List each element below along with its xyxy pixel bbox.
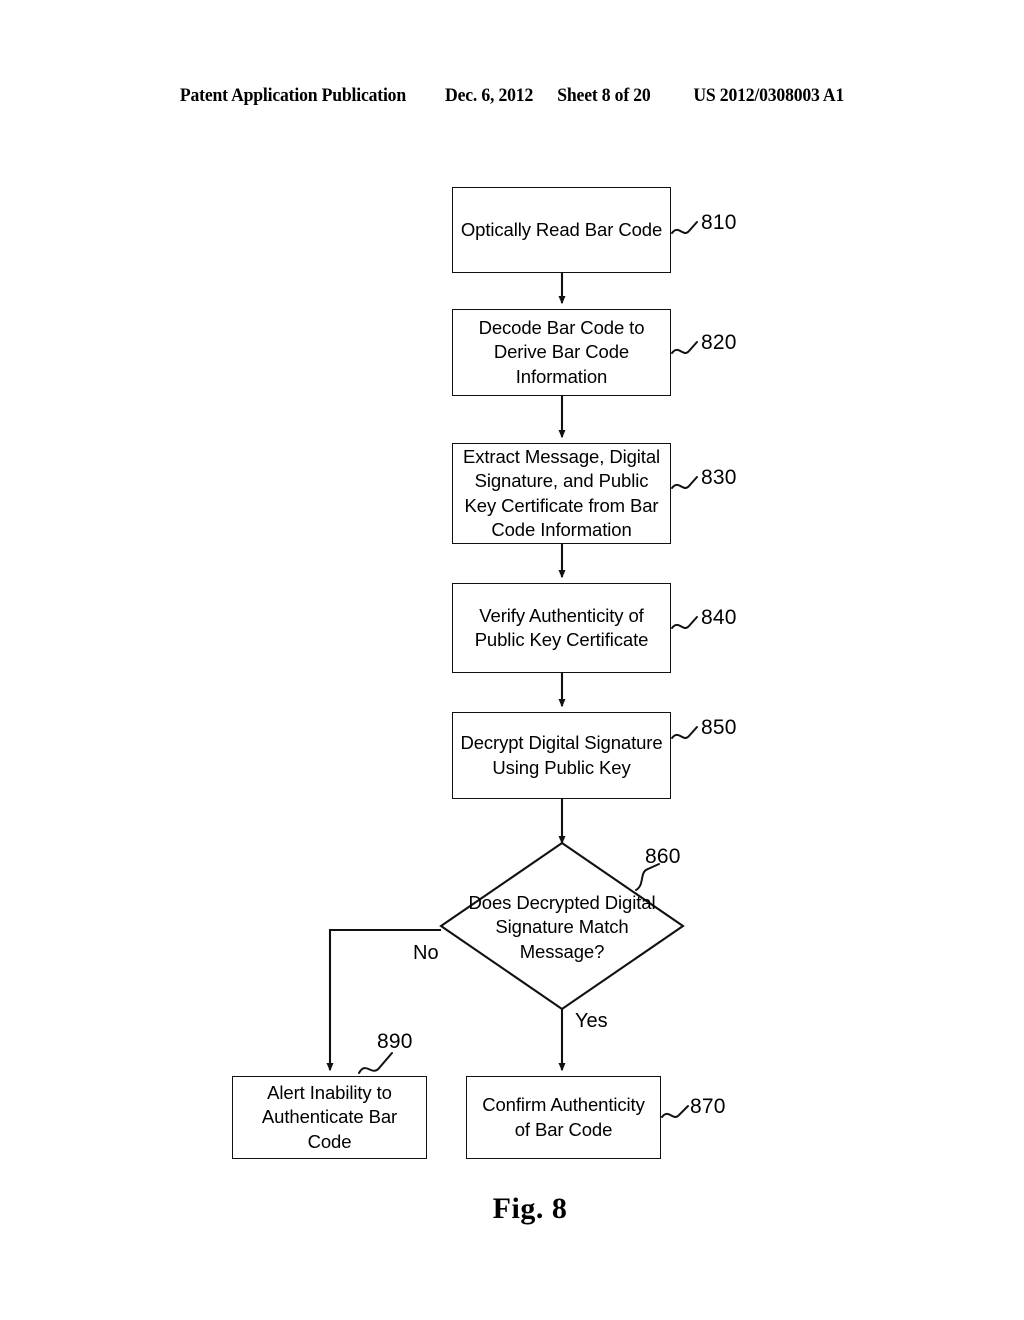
flow-node-840: Verify Authenticity of Public Key Certif… (452, 583, 671, 673)
flow-node-820-label: Decode Bar Code to Derive Bar Code Infor… (478, 316, 645, 387)
flow-node-830: Extract Message, Digital Signature, and … (452, 443, 671, 544)
figure-caption-text: Fig. 8 (492, 1192, 568, 1225)
branch-label-no: No (413, 942, 439, 964)
flow-node-890-label: Alert Inability to Authenticate Bar Code (261, 1081, 398, 1152)
flow-node-810: Optically Read Bar Code (452, 187, 671, 273)
leader-810 (671, 221, 698, 234)
reference-numeral-810: 810 (701, 211, 737, 234)
flow-node-860-label: Does Decrypted Digital Signature Match M… (468, 892, 656, 962)
flow-node-810-label: Optically Read Bar Code (460, 218, 663, 240)
leader-840 (671, 616, 698, 629)
reference-numeral-860: 860 (645, 845, 681, 868)
figure-caption: Fig. 8 (0, 1192, 1024, 1226)
leader-820 (671, 341, 698, 354)
reference-numeral-840: 840 (701, 606, 737, 629)
flow-node-850: Decrypt Digital Signature Using Public K… (452, 712, 671, 799)
flow-node-830-label: Extract Message, Digital Signature, and … (462, 445, 661, 540)
reference-numeral-820: 820 (701, 331, 737, 354)
flow-node-870: Confirm Authenticity of Bar Code (466, 1076, 661, 1159)
flow-node-850-label: Decrypt Digital Signature Using Public K… (460, 732, 663, 778)
leader-870 (661, 1105, 689, 1118)
flow-node-870-label: Confirm Authenticity of Bar Code (482, 1094, 645, 1140)
branch-label-yes: Yes (575, 1010, 608, 1032)
reference-numeral-850: 850 (701, 716, 737, 739)
leader-890 (358, 1052, 393, 1074)
flow-node-840-label: Verify Authenticity of Public Key Certif… (474, 604, 649, 650)
reference-numeral-870: 870 (690, 1095, 726, 1118)
flow-node-820: Decode Bar Code to Derive Bar Code Infor… (452, 309, 671, 396)
reference-numeral-830: 830 (701, 466, 737, 489)
reference-numeral-890: 890 (377, 1030, 413, 1053)
flow-node-890: Alert Inability to Authenticate Bar Code (232, 1076, 427, 1159)
leader-850 (671, 726, 698, 739)
leader-830 (671, 476, 698, 489)
